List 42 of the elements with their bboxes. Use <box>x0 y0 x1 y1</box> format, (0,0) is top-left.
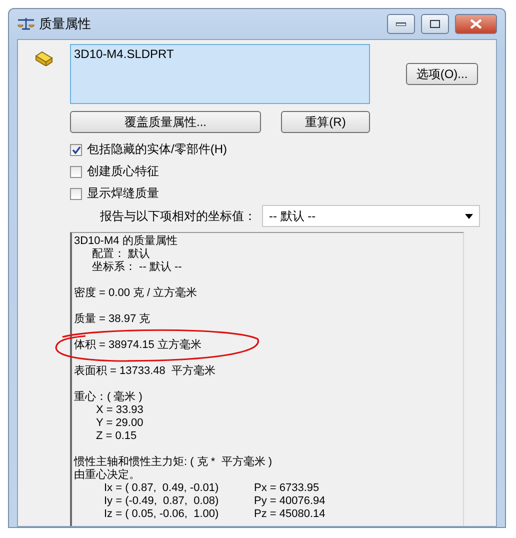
report-line: 表面积 = 13733.48 平方毫米 <box>74 365 216 378</box>
report-line: X = 33.93 <box>96 404 144 417</box>
report-line: 重心：( 毫米 ) <box>74 391 142 404</box>
report-line: Iy = (-0.49, 0.87, 0.08) <box>104 495 219 508</box>
checkbox-label: 显示焊缝质量 <box>87 185 159 202</box>
report-line: 由重心决定。 <box>74 469 140 482</box>
report-line: Z = 0.15 <box>96 430 137 443</box>
part-list[interactable]: 3D10-M4.SLDPRT <box>70 44 370 104</box>
checkbox[interactable] <box>70 166 82 178</box>
report-line: 配置： 默认 <box>92 248 150 260</box>
minimize-icon <box>396 22 406 26</box>
report-line: 3D10-M4 的质量属性 <box>74 235 178 248</box>
report-line: 质量 = 38.97 克 <box>74 313 150 326</box>
report-line: 密度 = 0.00 克 / 立方毫米 <box>74 287 198 300</box>
override-button[interactable]: 覆盖质量属性... <box>70 111 261 133</box>
coordinate-dropdown[interactable]: -- 默认 -- <box>262 205 480 227</box>
checkbox[interactable] <box>70 144 82 156</box>
recalculate-button[interactable]: 重算(R) <box>281 111 370 133</box>
close-icon <box>470 19 482 29</box>
maximize-button[interactable] <box>421 14 449 34</box>
report-line: 坐标系： -- 默认 -- <box>92 261 182 274</box>
report-value: Py = 40076.94 <box>254 495 326 508</box>
coordinate-label: 报告与以下项相对的坐标值： <box>100 208 256 224</box>
report-line: 惯性主轴和惯性主力矩: ( 克 * 平方毫米 ) <box>74 456 272 468</box>
report-value: Pz = 45080.14 <box>254 508 326 521</box>
close-button[interactable] <box>455 14 497 34</box>
report-line: 体积 = 38974.15 立方毫米 <box>74 339 202 352</box>
checkbox-label: 创建质心特征 <box>87 163 159 180</box>
report-line: Ix = ( 0.87, 0.49, -0.01) <box>104 482 219 495</box>
scale-icon <box>17 17 35 31</box>
caret-icon <box>465 214 473 218</box>
options-button[interactable]: 选项(O)... <box>406 63 478 85</box>
report-value: Px = 6733.95 <box>254 482 320 495</box>
minimize-button[interactable] <box>387 14 415 34</box>
part-icon <box>35 50 53 66</box>
checkbox-label: 包括隐藏的实体/零部件(H) <box>87 141 227 158</box>
report-line: Iz = ( 0.05, -0.06, 1.00) <box>104 508 219 521</box>
part-list-item[interactable]: 3D10-M4.SLDPRT <box>74 47 366 61</box>
maximize-icon <box>430 20 440 28</box>
report-line: Y = 29.00 <box>96 417 144 430</box>
checkbox[interactable] <box>70 188 82 200</box>
window-title: 质量属性 <box>39 15 92 33</box>
